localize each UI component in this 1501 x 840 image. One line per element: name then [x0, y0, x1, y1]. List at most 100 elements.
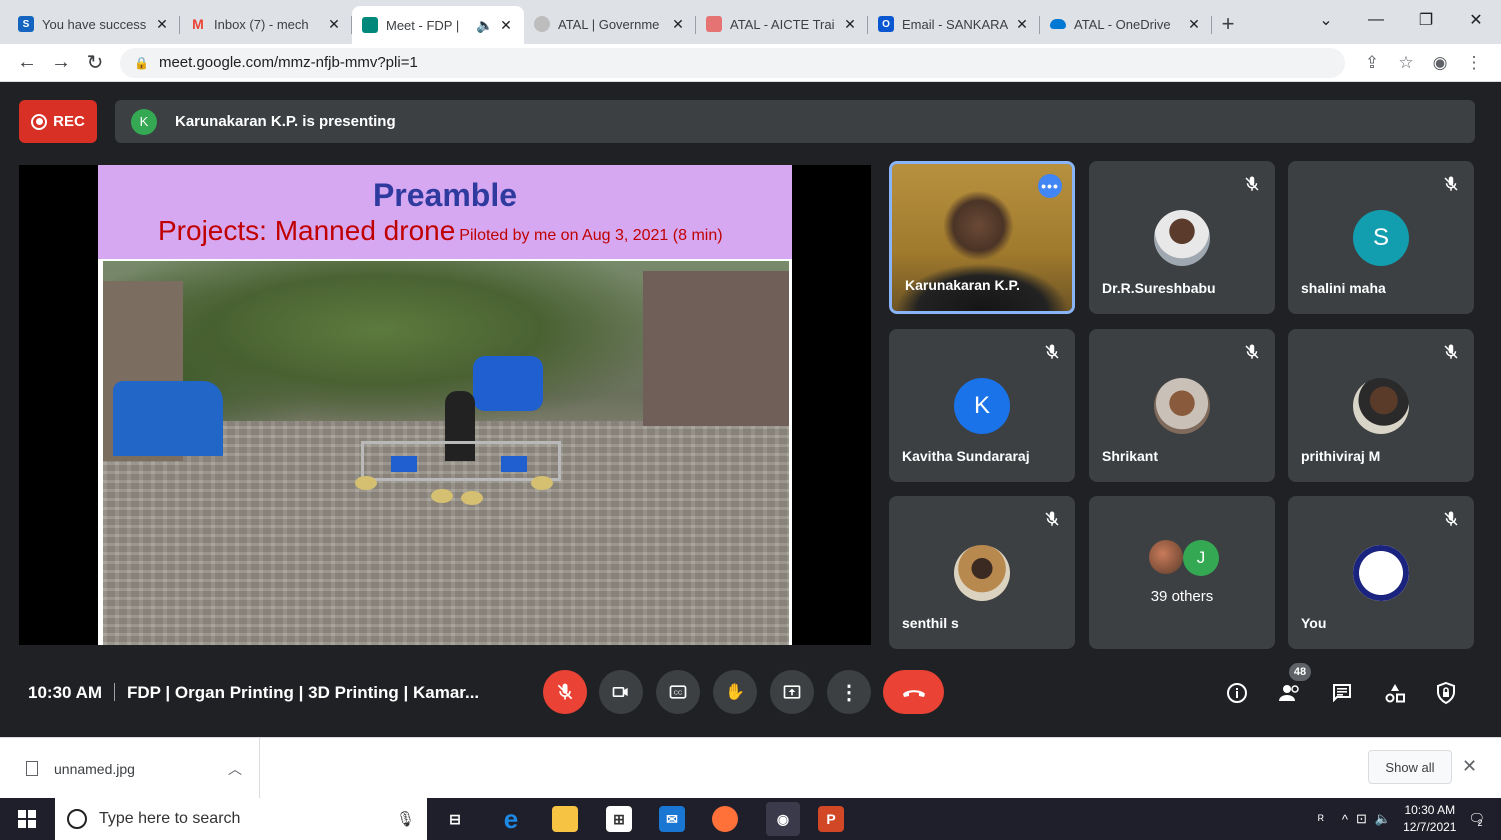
- file-explorer-icon[interactable]: [552, 806, 578, 832]
- people-icon[interactable]: [1276, 679, 1304, 707]
- self-tile[interactable]: You: [1288, 496, 1474, 649]
- chevron-up-icon[interactable]: ︿: [228, 759, 242, 779]
- present-button[interactable]: [770, 670, 814, 714]
- microphone-toggle-button[interactable]: [543, 670, 587, 714]
- bookmark-star-icon[interactable]: ☆: [1389, 53, 1423, 73]
- participant-name: Dr.R.Sureshbabu: [1102, 280, 1216, 296]
- browser-tab[interactable]: S You have success ✕: [8, 6, 180, 42]
- participant-tile[interactable]: prithiviraj M: [1288, 329, 1474, 482]
- windows-start-icon[interactable]: [18, 810, 36, 828]
- browser-tab[interactable]: O Email - SANKARA ✕: [868, 6, 1040, 42]
- raise-hand-button[interactable]: ✋: [713, 670, 757, 714]
- slide-title: Preamble: [372, 177, 518, 213]
- tab-title: Inbox (7) - mech: [214, 16, 309, 32]
- camera-toggle-button[interactable]: [599, 670, 643, 714]
- close-tab-icon[interactable]: ✕: [498, 17, 514, 34]
- tab-title: ATAL - AICTE Trai: [730, 16, 835, 32]
- participant-tile[interactable]: ••• Karunakaran K.P.: [889, 161, 1075, 314]
- browser-tab-active[interactable]: Meet - FDP | 🔈 ✕: [352, 6, 524, 44]
- participant-name: prithiviraj M: [1301, 448, 1381, 464]
- captions-button[interactable]: CC: [656, 670, 700, 714]
- participant-tile[interactable]: S shalini maha: [1288, 161, 1474, 314]
- participant-tile[interactable]: K Kavitha Sundararaj: [889, 329, 1075, 482]
- tab-search-icon[interactable]: ⌄: [1301, 0, 1351, 40]
- lock-icon[interactable]: 🔒: [134, 56, 149, 70]
- window-controls: ⌄ — ❐ ✕: [1301, 0, 1501, 40]
- notifications-icon[interactable]: 🗨 2: [1468, 811, 1485, 828]
- taskbar-search-box[interactable]: Type here to search 🎙: [55, 798, 427, 840]
- close-tab-icon[interactable]: ✕: [326, 16, 342, 33]
- participant-name: You: [1301, 615, 1327, 631]
- profile-avatar-icon[interactable]: ◉: [1423, 53, 1457, 73]
- participant-tile[interactable]: Shrikant: [1089, 329, 1275, 482]
- chat-icon[interactable]: [1328, 679, 1356, 707]
- participant-tile[interactable]: senthil s: [889, 496, 1075, 649]
- download-item[interactable]: unnamed.jpg ︿: [0, 738, 260, 799]
- browser-tab[interactable]: ATAL - AICTE Trai ✕: [696, 6, 868, 42]
- browser-tab-strip: S You have success ✕ M Inbox (7) - mech …: [0, 0, 1501, 44]
- volume-icon[interactable]: 🔈: [1375, 811, 1391, 827]
- tab-title: Email - SANKARA: [902, 16, 1009, 32]
- onedrive-icon: [1050, 19, 1066, 29]
- participant-avatar: K: [954, 378, 1010, 434]
- store-icon[interactable]: ⊞: [606, 806, 632, 832]
- meeting-controls: 10:30 AM FDP | Organ Printing | 3D Printi…: [0, 653, 1501, 733]
- task-view-icon[interactable]: ⊟: [442, 806, 468, 832]
- outlook-icon: O: [878, 16, 894, 32]
- chrome-icon[interactable]: ◉: [766, 802, 800, 836]
- browser-tab[interactable]: ATAL - OneDrive ✕: [1040, 6, 1212, 42]
- browser-tab[interactable]: M Inbox (7) - mech ✕: [180, 6, 352, 42]
- browser-tab[interactable]: ATAL | Governme ✕: [524, 6, 696, 42]
- slide-subtitle: Projects: Manned drone Piloted by me on A…: [158, 215, 723, 246]
- close-tab-icon[interactable]: ✕: [1186, 16, 1202, 33]
- participant-name: Kavitha Sundararaj: [902, 448, 1030, 464]
- shared-screen[interactable]: Preamble Projects: Manned drone Piloted b…: [19, 165, 871, 645]
- participant-tile[interactable]: Dr.R.Sureshbabu: [1089, 161, 1275, 314]
- show-hidden-icons[interactable]: ^: [1342, 812, 1348, 827]
- mic-muted-icon: [1444, 176, 1458, 191]
- system-clock[interactable]: 10:30 AM 12/7/2021: [1403, 802, 1456, 836]
- address-bar[interactable]: 🔒 meet.google.com/mmz-nfjb-mmv?pli=1: [120, 47, 1345, 78]
- others-tile[interactable]: J 39 others: [1089, 496, 1275, 649]
- firefox-icon[interactable]: [712, 806, 738, 832]
- participant-avatar: [1353, 378, 1409, 434]
- show-all-button[interactable]: Show all: [1368, 750, 1452, 784]
- edge-icon[interactable]: e: [498, 804, 524, 834]
- minimize-icon[interactable]: —: [1351, 0, 1401, 40]
- close-tab-icon[interactable]: ✕: [154, 16, 170, 33]
- present-screen-icon: [783, 685, 801, 699]
- presenter-avatar: K: [131, 108, 157, 135]
- more-options-icon[interactable]: •••: [1038, 174, 1062, 198]
- close-window-icon[interactable]: ✕: [1451, 0, 1501, 40]
- meeting-details[interactable]: 10:30 AM FDP | Organ Printing | 3D Printi…: [28, 683, 479, 703]
- leave-call-button[interactable]: [883, 670, 944, 714]
- tab-audio-icon[interactable]: 🔈: [476, 17, 493, 34]
- network-icon[interactable]: ⊡: [1356, 811, 1367, 827]
- activities-icon[interactable]: [1381, 679, 1409, 707]
- browser-menu-icon[interactable]: ⋮: [1457, 53, 1491, 73]
- share-icon[interactable]: ⇪: [1355, 53, 1389, 73]
- tab-title: ATAL - OneDrive: [1074, 16, 1171, 32]
- close-tab-icon[interactable]: ✕: [670, 16, 686, 33]
- mail-icon[interactable]: ✉: [659, 806, 685, 832]
- more-options-button[interactable]: ⋮: [827, 670, 871, 714]
- powerpoint-icon[interactable]: P: [818, 806, 844, 832]
- back-icon[interactable]: ←: [10, 48, 44, 78]
- aicte-icon: [706, 16, 722, 32]
- close-icon[interactable]: ✕: [1462, 756, 1477, 777]
- institution-logo: [1353, 545, 1409, 601]
- new-tab-button[interactable]: +: [1212, 6, 1244, 42]
- forward-icon[interactable]: →: [44, 48, 78, 78]
- microphone-icon[interactable]: 🎙: [396, 810, 415, 828]
- manned-drone-image: [355, 391, 561, 511]
- close-tab-icon[interactable]: ✕: [842, 16, 858, 33]
- host-controls-icon[interactable]: [1432, 679, 1460, 707]
- reload-icon[interactable]: ↻: [78, 48, 112, 78]
- people-tray-icon[interactable]: ᴿ: [1318, 812, 1324, 827]
- restore-icon[interactable]: ❐: [1401, 0, 1451, 40]
- url-text: meet.google.com/mmz-nfjb-mmv?pli=1: [158, 54, 418, 71]
- recording-indicator[interactable]: REC: [19, 100, 97, 143]
- meeting-info-icon[interactable]: [1223, 679, 1251, 707]
- close-tab-icon[interactable]: ✕: [1014, 16, 1030, 33]
- svg-text:CC: CC: [674, 691, 682, 697]
